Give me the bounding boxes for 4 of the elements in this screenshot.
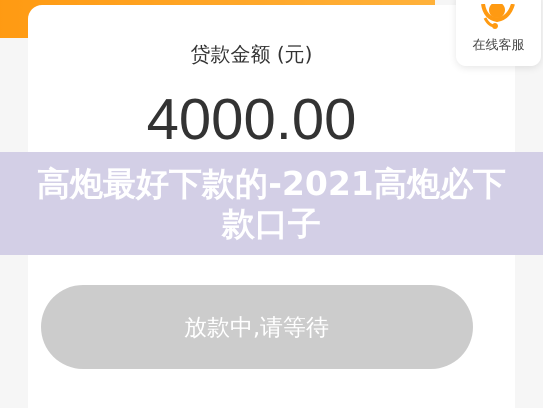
customer-service-label: 在线客服 (472, 37, 524, 54)
loan-amount-label: 贷款金额 (元) (190, 41, 312, 68)
customer-service-button[interactable]: 在线客服 (456, 0, 541, 66)
loan-amount: 4000.00 (146, 86, 356, 153)
